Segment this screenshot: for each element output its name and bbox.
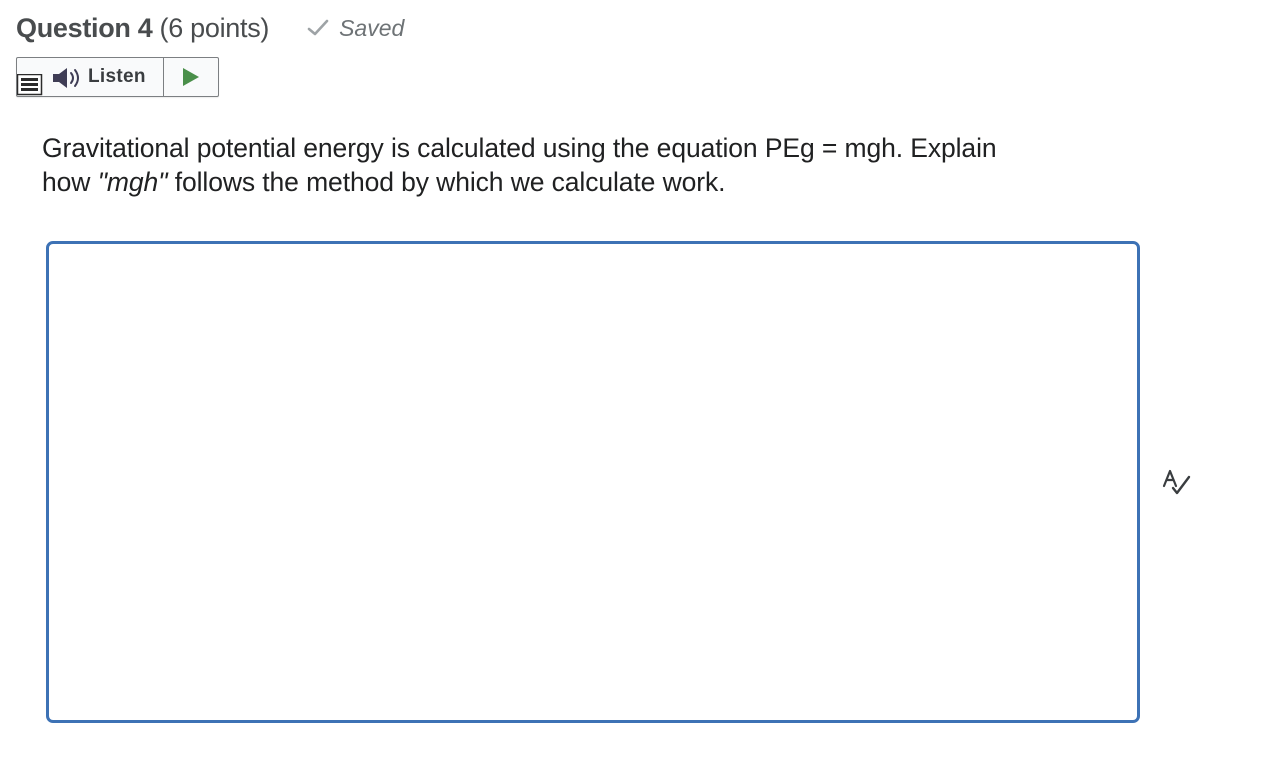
question-prompt: Gravitational potential energy is calcul…	[42, 131, 1142, 199]
prompt-line-2: how "mgh" follows the method by which we…	[42, 165, 1142, 199]
spellcheck-icon[interactable]	[1162, 468, 1192, 496]
checkmark-icon	[307, 19, 329, 37]
question-title: Question 4	[16, 12, 153, 43]
saved-text: Saved	[339, 14, 405, 41]
play-button[interactable]	[164, 58, 218, 96]
listen-widget: Listen	[16, 57, 219, 97]
quiz-question-page: Question 4 (6 points) Saved Listen Gravi…	[0, 0, 1270, 770]
speaker-icon	[51, 66, 83, 90]
prompt-line-1: Gravitational potential energy is calcul…	[42, 131, 1142, 165]
question-points: (6 points)	[159, 12, 270, 43]
listen-label: Listen	[88, 66, 146, 87]
answer-textarea[interactable]	[46, 241, 1140, 723]
prompt-emphasis: "mgh"	[97, 167, 168, 197]
menu-icon[interactable]	[17, 74, 43, 96]
question-header: Question 4 (6 points) Saved	[16, 8, 404, 48]
prompt-text-3: follows the method by which we calculate…	[167, 167, 726, 197]
listen-button[interactable]: Listen	[17, 58, 164, 96]
play-icon	[182, 67, 200, 87]
prompt-text-2: how	[42, 167, 98, 197]
prompt-text-1: Gravitational potential energy is calcul…	[42, 133, 997, 163]
saved-status: Saved	[307, 15, 404, 42]
